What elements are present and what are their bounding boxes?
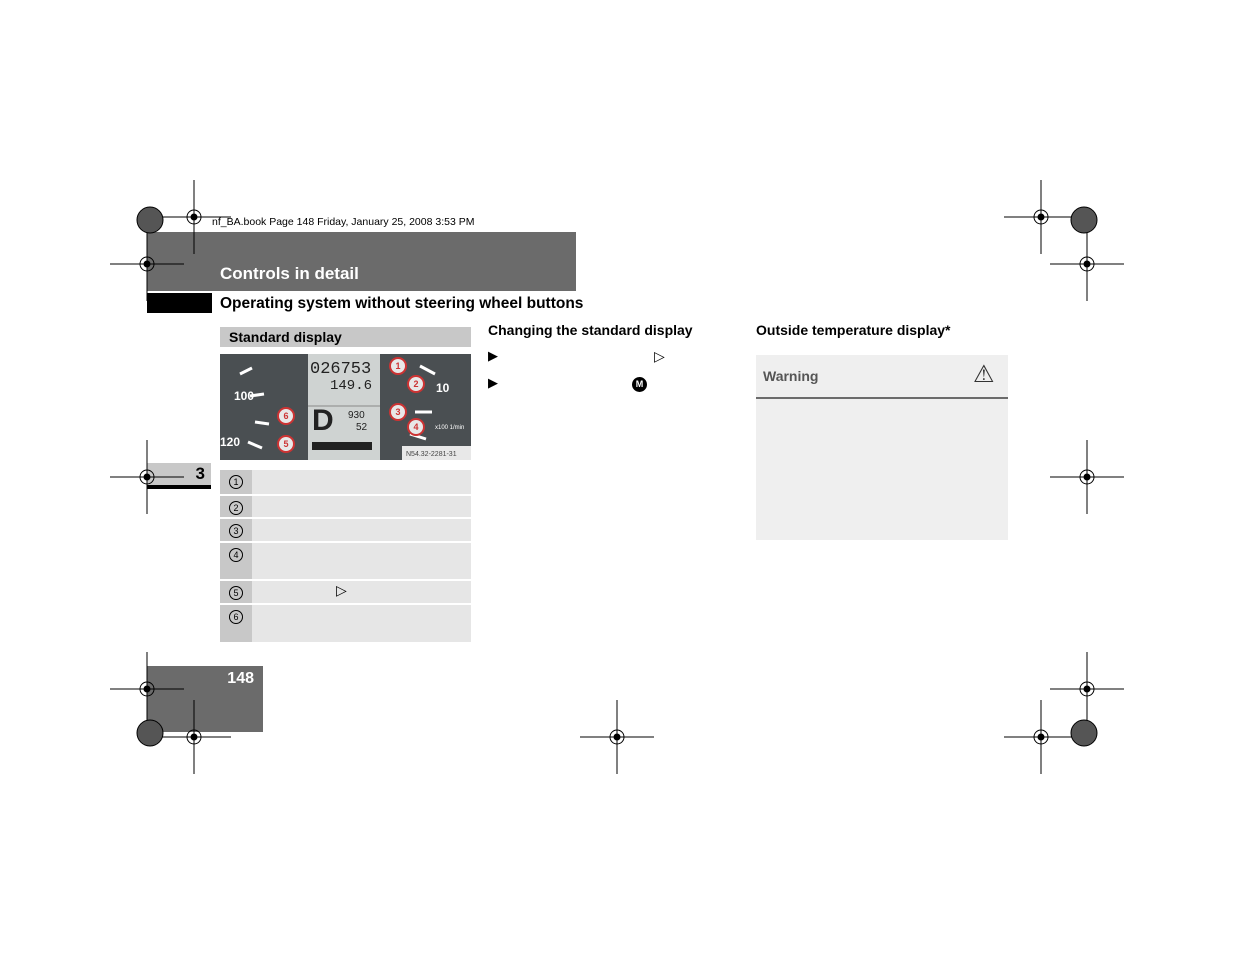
crosshair-mark <box>110 440 184 514</box>
value1: 930 <box>348 410 365 421</box>
section-title: Controls in detail <box>220 264 359 283</box>
table-row: 5 ▷ <box>220 581 471 603</box>
crosshair-mark <box>1050 440 1124 514</box>
section-header: Controls in detail <box>147 232 576 291</box>
svg-text:2: 2 <box>413 379 418 389</box>
instrument-cluster-figure: 100 120 10 x100 1/min 026753 149.6 D 930… <box>220 354 471 460</box>
triangle-right-icon: ▷ <box>336 582 347 598</box>
triangle-right-icon: ▷ <box>654 348 665 364</box>
crosshair-mark <box>157 700 231 774</box>
crosshair-mark <box>157 180 231 254</box>
crosshair-mark <box>110 227 184 301</box>
chapter-tab: 3 <box>147 463 211 485</box>
odometer: 026753 <box>310 360 371 379</box>
warning-label: Warning <box>763 368 819 384</box>
crosshair-mark <box>1050 652 1124 726</box>
crosshair-mark <box>580 700 654 774</box>
warning-icon: ⚠ <box>973 361 995 388</box>
warning-box: Warning ⚠ <box>756 355 1008 540</box>
standard-display-title: Standard display <box>220 327 471 347</box>
svg-text:1: 1 <box>395 361 400 371</box>
speed-label-100: 100 <box>234 389 254 403</box>
speed-label-120: 120 <box>220 435 240 449</box>
subheading: Operating system without steering wheel … <box>220 295 584 312</box>
black-bar <box>147 293 212 313</box>
value2: 52 <box>356 422 368 433</box>
crosshair-mark <box>110 652 184 726</box>
file-meta: nf_BA.book Page 148 Friday, January 25, … <box>212 216 475 228</box>
svg-text:3: 3 <box>395 407 400 417</box>
svg-text:4: 4 <box>413 422 418 432</box>
rpm-label: 10 <box>436 381 450 395</box>
table-row: 3 <box>220 519 471 541</box>
crosshair-mark <box>1004 180 1078 254</box>
table-row: 6 <box>220 605 471 642</box>
table-row: 1 <box>220 470 471 494</box>
gear: D <box>312 404 334 437</box>
starburst-mark <box>136 206 164 234</box>
crosshair-mark <box>1050 227 1124 301</box>
rpm-unit: x100 1/min <box>435 425 464 431</box>
bullet-icon: ▶ <box>488 348 498 363</box>
right-heading: Outside temperature display* <box>756 322 951 338</box>
svg-text:6: 6 <box>283 411 288 421</box>
crosshair-mark <box>1004 700 1078 774</box>
table-row: 4 <box>220 543 471 579</box>
m-button-icon: M <box>632 377 647 392</box>
page-number: 148 <box>227 670 254 687</box>
middle-heading: Changing the standard display <box>488 322 693 338</box>
figure-code: N54.32-2281-31 <box>406 451 457 458</box>
starburst-mark <box>136 719 164 747</box>
svg-text:5: 5 <box>283 439 288 449</box>
chapter-underline <box>147 485 211 489</box>
trip: 149.6 <box>330 378 372 394</box>
starburst-mark <box>1070 206 1098 234</box>
starburst-mark <box>1070 719 1098 747</box>
bullet-icon: ▶ <box>488 375 498 390</box>
table-row: 2 <box>220 496 471 517</box>
page-number-box: 148 <box>147 666 263 732</box>
chapter-number: 3 <box>195 464 205 483</box>
